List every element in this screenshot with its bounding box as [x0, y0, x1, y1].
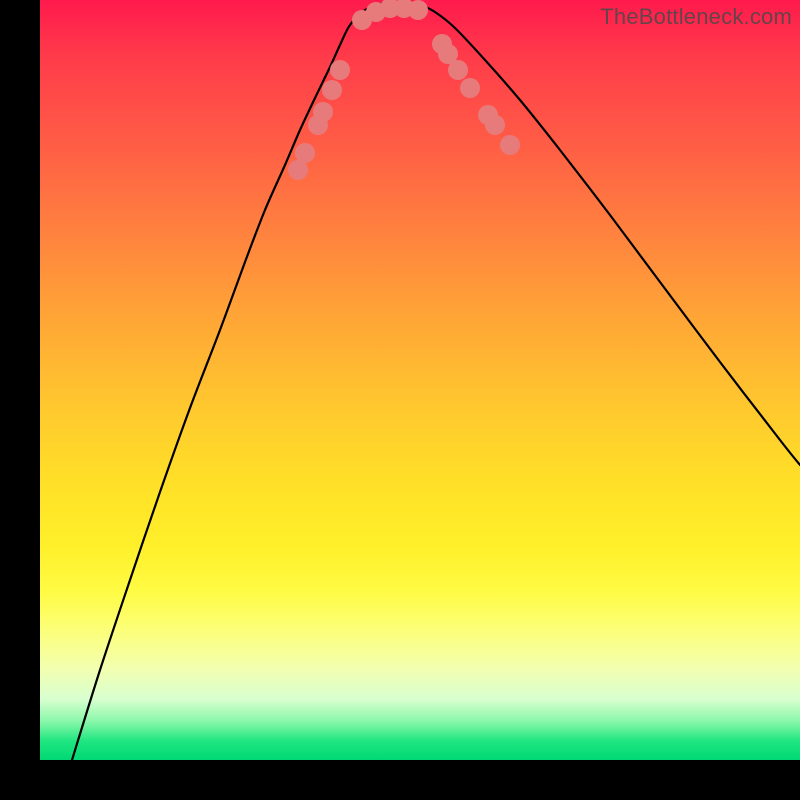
curve-marker: [322, 80, 342, 100]
curve-svg: [40, 0, 800, 760]
curve-marker: [448, 60, 468, 80]
curve-marker: [408, 0, 428, 20]
plot-area: TheBottleneck.com: [40, 0, 800, 760]
curve-marker: [295, 143, 315, 163]
curve-marker: [313, 102, 333, 122]
bottleneck-curve: [72, 2, 800, 760]
curve-marker: [460, 78, 480, 98]
curve-marker: [500, 135, 520, 155]
chart-frame: TheBottleneck.com: [0, 0, 800, 800]
curve-marker: [330, 60, 350, 80]
curve-markers: [288, 0, 520, 180]
curve-marker: [485, 115, 505, 135]
